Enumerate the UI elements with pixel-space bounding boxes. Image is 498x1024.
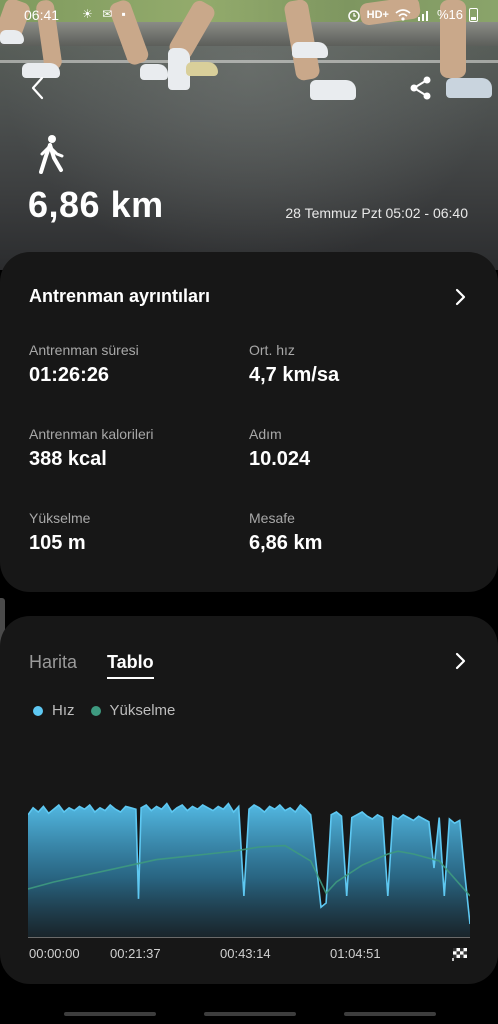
stat-value: 4,7 km/sa [249,364,340,386]
stat-value: 388 kcal [29,448,107,470]
speed-elevation-chart[interactable] [28,794,470,938]
photo-shoe [446,78,492,98]
walking-icon [39,135,64,174]
stat-value: 6,86 km [249,532,323,554]
hero-photo [0,0,498,270]
chevron-right-icon[interactable] [452,286,468,308]
status-time: 06:41 [24,7,60,23]
stat-avg-speed: Ort. hız 4,7 km/sa [249,342,339,387]
nav-recent-button[interactable] [64,1012,156,1016]
legend-item: Hız [33,702,75,719]
total-distance: 6,86 km [28,184,164,225]
stat-duration: Antrenman süresi 01:26:26 [29,342,139,387]
back-arrow-icon[interactable] [26,74,52,102]
photo-shoe [292,42,328,58]
photo-shoe [140,64,168,80]
stat-label: Adım [249,426,282,442]
chevron-right-icon[interactable] [452,650,468,672]
status-bar: 06:41 ☀ ✉ ▪ HD+ %16 [0,6,498,26]
stat-steps: Adım 10.024 [249,426,310,471]
workout-date: 28 Temmuz Pzt 05:02 - 06:40 [285,205,468,221]
legend-item: Yükselme [90,702,176,719]
chart-card: Harita Tablo Hız Yükselme 00:00:00 00:21… [0,616,498,984]
battery-icon [469,7,478,22]
wifi-icon [395,8,411,21]
battery-percent: %16 [436,7,463,22]
workout-details-card[interactable]: Antrenman ayrıntıları Antrenman süresi 0… [0,252,498,592]
stat-calories: Antrenman kalorileri 388 kcal [29,426,154,471]
share-icon[interactable] [408,74,434,102]
stat-label: Antrenman süresi [29,342,139,358]
legend-dot [33,705,43,716]
speed-area [28,803,470,938]
status-right: HD+ %16 [347,7,478,22]
x-tick-label: 00:00:00 [29,946,80,961]
nav-home-button[interactable] [204,1012,296,1016]
network-label: HD+ [366,8,389,21]
signal-icon [417,10,428,21]
x-tick-label: 01:04:51 [330,946,381,961]
stat-value: 105 m [29,532,86,554]
status-notification-icons: ☀ ✉ ▪ [82,7,129,21]
stat-value: 01:26:26 [29,364,110,386]
card-title: Antrenman ayrıntıları [29,286,211,306]
tab-harita[interactable]: Harita [29,652,77,673]
x-tick-label: 00:43:14 [220,946,271,961]
finish-flag-icon [452,948,467,961]
photo-shoe [186,62,218,76]
legend-label: Hız [52,702,75,719]
stat-label: Antrenman kalorileri [29,426,154,442]
stat-elevation: Yükselme 105 m [29,510,90,555]
photo-road-line [0,60,498,63]
tab-tablo[interactable]: Tablo [107,652,154,679]
alarm-icon [347,9,360,22]
nav-back-button[interactable] [344,1012,436,1016]
stat-label: Ort. hız [249,342,295,358]
x-tick-label: 00:21:37 [110,946,161,961]
stat-distance: Mesafe 6,86 km [249,510,322,555]
stat-label: Mesafe [249,510,295,526]
stat-label: Yükselme [29,510,91,526]
chart-legend: Hız Yükselme [33,702,191,719]
legend-dot [90,705,101,716]
photo-shoe [310,80,356,100]
system-nav-bar [0,1000,498,1024]
photo-shoe [0,30,24,44]
x-axis-labels: 00:00:00 00:21:37 00:43:14 01:04:51 [0,946,498,964]
legend-label: Yükselme [109,702,176,719]
stat-value: 10.024 [249,448,311,470]
